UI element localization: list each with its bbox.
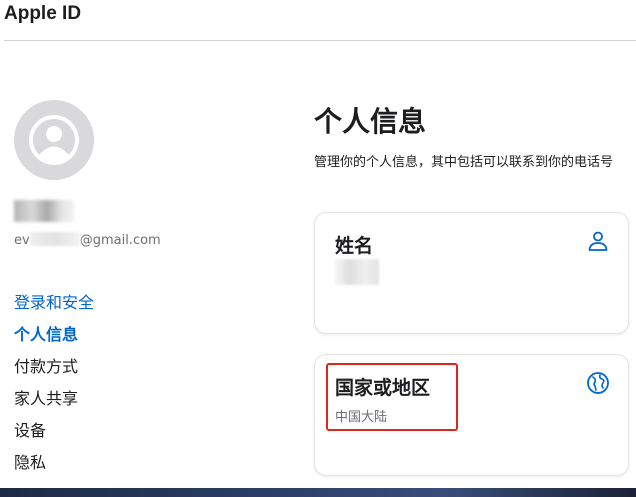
redacted-account-name xyxy=(14,200,74,222)
globe-icon xyxy=(587,372,609,394)
redacted-name-value xyxy=(335,259,379,285)
user-avatar-icon xyxy=(29,115,79,165)
redacted-email-part xyxy=(29,232,80,246)
sidebar-item-family-sharing[interactable]: 家人共享 xyxy=(14,387,194,419)
name-card[interactable]: 姓名 xyxy=(314,212,629,334)
page-title: 个人信息 xyxy=(314,105,427,138)
card-title-name: 姓名 xyxy=(335,235,374,257)
person-icon xyxy=(588,231,608,251)
account-email: ev @gmail.com xyxy=(14,232,161,248)
email-prefix: ev xyxy=(14,233,30,248)
sidebar-item-privacy[interactable]: 隐私 xyxy=(14,451,194,483)
sidebar-item-payment-methods[interactable]: 付款方式 xyxy=(14,355,194,387)
page-description: 管理你的个人信息，其中包括可以联系到你的电话号 xyxy=(314,155,614,170)
sidebar-nav: 登录和安全 个人信息 付款方式 家人共享 设备 隐私 xyxy=(14,291,194,483)
highlight-annotation xyxy=(326,363,458,431)
sidebar-item-sign-in-security[interactable]: 登录和安全 xyxy=(14,291,194,323)
sidebar-item-devices[interactable]: 设备 xyxy=(14,419,194,451)
app-title: Apple ID xyxy=(4,3,82,24)
sidebar-item-personal-info[interactable]: 个人信息 xyxy=(14,323,194,355)
header-bar: Apple ID xyxy=(4,0,636,41)
avatar[interactable] xyxy=(14,100,94,180)
email-suffix: @gmail.com xyxy=(79,233,161,248)
desktop-background-strip xyxy=(0,488,636,497)
